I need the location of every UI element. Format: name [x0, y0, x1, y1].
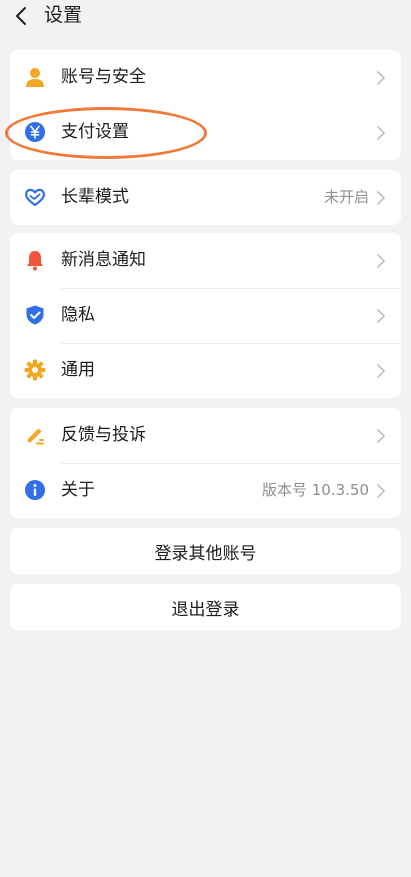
- chevron-right-icon: [377, 191, 385, 205]
- row-elder-mode[interactable]: 长辈模式 未开启: [10, 170, 401, 225]
- account-card: 账号与安全 支付设置: [10, 50, 401, 160]
- row-feedback[interactable]: 反馈与投诉: [10, 408, 401, 463]
- row-privacy[interactable]: 隐私: [10, 288, 401, 343]
- gear-icon: [24, 359, 46, 381]
- chevron-right-icon: [377, 484, 385, 498]
- chevron-right-icon: [377, 126, 385, 140]
- row-label: 支付设置: [61, 122, 129, 142]
- row-label: 通用: [61, 360, 95, 380]
- row-general[interactable]: 通用: [10, 343, 401, 398]
- row-about[interactable]: 关于 版本号 10.3.50: [10, 463, 401, 518]
- info-icon: [25, 480, 45, 500]
- chevron-right-icon: [377, 429, 385, 443]
- row-account-security[interactable]: 账号与安全: [10, 50, 401, 105]
- chevron-right-icon: [377, 309, 385, 323]
- back-arrow-icon[interactable]: [10, 4, 34, 28]
- row-label: 隐私: [61, 305, 95, 325]
- top-bar: 设置: [0, 0, 411, 32]
- support-card: 反馈与投诉 关于 版本号 10.3.50: [10, 408, 401, 518]
- version-value: 版本号 10.3.50: [261, 481, 369, 499]
- user-icon: [26, 68, 44, 87]
- chevron-right-icon: [377, 364, 385, 378]
- heart-hands-icon: [25, 188, 45, 207]
- shield-check-icon: [26, 305, 44, 325]
- row-payment-settings[interactable]: 支付设置: [10, 105, 401, 160]
- row-label: 账号与安全: [61, 67, 146, 87]
- yuan-coin-icon: [25, 122, 45, 142]
- row-notifications[interactable]: 新消息通知: [10, 233, 401, 288]
- row-label: 关于: [61, 480, 95, 500]
- general-card: 新消息通知 隐私 通用: [10, 233, 401, 398]
- chevron-right-icon: [377, 254, 385, 268]
- row-label: 反馈与投诉: [61, 425, 146, 445]
- chevron-right-icon: [377, 71, 385, 85]
- elder-card: 长辈模式 未开启: [10, 170, 401, 225]
- logout-button[interactable]: 退出登录: [10, 584, 401, 630]
- login-other-account-button[interactable]: 登录其他账号: [10, 528, 401, 574]
- row-value: 未开启: [323, 188, 369, 206]
- edit-pencil-icon: [27, 428, 44, 445]
- row-label: 长辈模式: [61, 187, 129, 207]
- row-label: 新消息通知: [61, 250, 146, 270]
- bell-icon: [27, 251, 43, 271]
- page-title: 设置: [44, 4, 83, 26]
